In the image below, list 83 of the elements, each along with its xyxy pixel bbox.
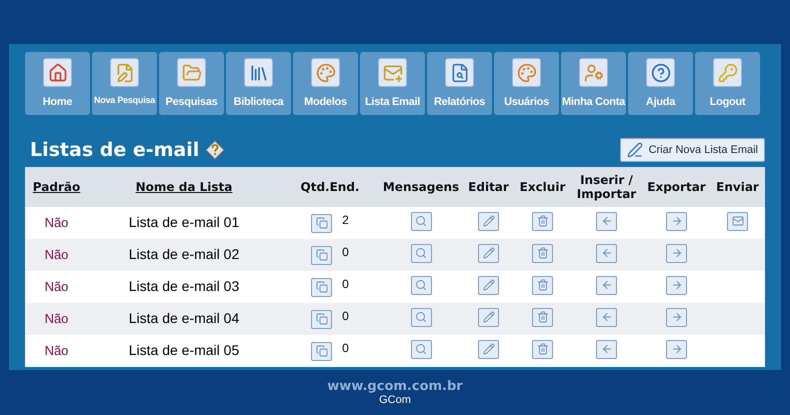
- column-header: Enviar: [716, 180, 759, 194]
- user-gear-icon: [579, 58, 608, 87]
- default-cell: Não: [44, 311, 68, 326]
- addresses-icon[interactable]: [311, 310, 332, 328]
- export-icon[interactable]: [666, 244, 687, 262]
- palette-icon: [311, 58, 340, 87]
- delete-icon[interactable]: [532, 340, 553, 358]
- delete-icon[interactable]: [532, 308, 553, 326]
- footer-site: www.gcom.com.br: [327, 379, 463, 394]
- view-messages-icon[interactable]: [410, 308, 432, 326]
- address-count: 0: [342, 308, 349, 325]
- default-cell: Não: [44, 215, 68, 230]
- edit-icon[interactable]: [478, 244, 499, 262]
- nav-button[interactable]: Home: [25, 52, 90, 115]
- document-pen-icon: [110, 58, 139, 87]
- list-name-cell: Lista de e-mail 01: [128, 214, 240, 230]
- import-icon[interactable]: [596, 212, 617, 230]
- addresses-icon[interactable]: [311, 342, 332, 360]
- pen-icon: [626, 142, 643, 158]
- default-cell: Não: [44, 247, 68, 262]
- folder-icon: [177, 58, 206, 87]
- page-title: Listas de e-mail: [30, 138, 200, 163]
- nav-button[interactable]: Lista Email: [360, 52, 425, 115]
- export-icon[interactable]: [666, 212, 687, 230]
- default-cell: Não: [44, 343, 68, 358]
- address-count: 0: [342, 340, 349, 357]
- help-icon[interactable]: [205, 140, 226, 160]
- edit-icon[interactable]: [478, 340, 499, 358]
- key-icon: [713, 58, 742, 87]
- palette-icon: [512, 58, 541, 87]
- column-header[interactable]: Padrão: [32, 180, 80, 194]
- address-count: 0: [342, 244, 349, 261]
- help-icon: [646, 58, 675, 87]
- column-header: Excluir: [520, 180, 566, 194]
- import-icon[interactable]: [596, 308, 617, 326]
- address-count: 0: [342, 276, 349, 293]
- view-messages-icon[interactable]: [410, 212, 432, 230]
- address-count: 2: [342, 212, 349, 229]
- list-name-cell: Lista de e-mail 02: [128, 246, 240, 262]
- nav-button[interactable]: Usuários: [494, 52, 559, 115]
- nav-button[interactable]: Minha Conta: [561, 52, 626, 115]
- addresses-icon[interactable]: [311, 246, 332, 264]
- addresses-icon[interactable]: [311, 214, 332, 232]
- create-list-button[interactable]: Criar Nova Lista Email: [620, 138, 765, 162]
- view-messages-icon[interactable]: [410, 276, 432, 294]
- nav-button[interactable]: Modelos: [293, 52, 358, 115]
- nav-button[interactable]: Nova Pesquisa: [92, 52, 157, 115]
- nav-button[interactable]: Logout: [695, 52, 760, 115]
- delete-icon[interactable]: [532, 276, 553, 294]
- import-icon[interactable]: [596, 340, 617, 358]
- column-header: Exportar: [647, 180, 706, 194]
- column-header[interactable]: Nome da Lista: [136, 180, 232, 194]
- addresses-icon[interactable]: [311, 278, 332, 296]
- edit-icon[interactable]: [478, 308, 499, 326]
- export-icon[interactable]: [666, 276, 687, 294]
- view-messages-icon[interactable]: [410, 340, 432, 358]
- import-icon[interactable]: [596, 244, 617, 262]
- column-header: Qtd.End.: [300, 180, 360, 194]
- nav-button[interactable]: Pesquisas: [159, 52, 224, 115]
- list-name-cell: Lista de e-mail 03: [128, 278, 240, 294]
- export-icon[interactable]: [666, 308, 687, 326]
- column-header: Inserir / Importar: [576, 173, 636, 201]
- nav-button[interactable]: Relatórios: [427, 52, 492, 115]
- nav-button[interactable]: Ajuda: [628, 52, 693, 115]
- nav-button[interactable]: Biblioteca: [226, 52, 291, 115]
- column-header: Mensagens: [382, 180, 460, 194]
- export-icon[interactable]: [666, 340, 687, 358]
- send-icon[interactable]: [727, 212, 748, 230]
- list-name-cell: Lista de e-mail 05: [128, 342, 240, 358]
- column-header: Editar: [468, 180, 509, 194]
- edit-icon[interactable]: [478, 212, 499, 230]
- delete-icon[interactable]: [532, 212, 553, 230]
- books-icon: [244, 58, 273, 87]
- home-icon: [43, 58, 72, 87]
- envelope-icon: [378, 58, 407, 87]
- import-icon[interactable]: [596, 276, 617, 294]
- default-cell: Não: [44, 279, 68, 294]
- list-name-cell: Lista de e-mail 04: [128, 310, 240, 326]
- delete-icon[interactable]: [532, 244, 553, 262]
- footer-company: GCom: [379, 394, 411, 407]
- edit-icon[interactable]: [478, 276, 499, 294]
- magnifier-document-icon: [445, 58, 474, 87]
- view-messages-icon[interactable]: [410, 244, 432, 262]
